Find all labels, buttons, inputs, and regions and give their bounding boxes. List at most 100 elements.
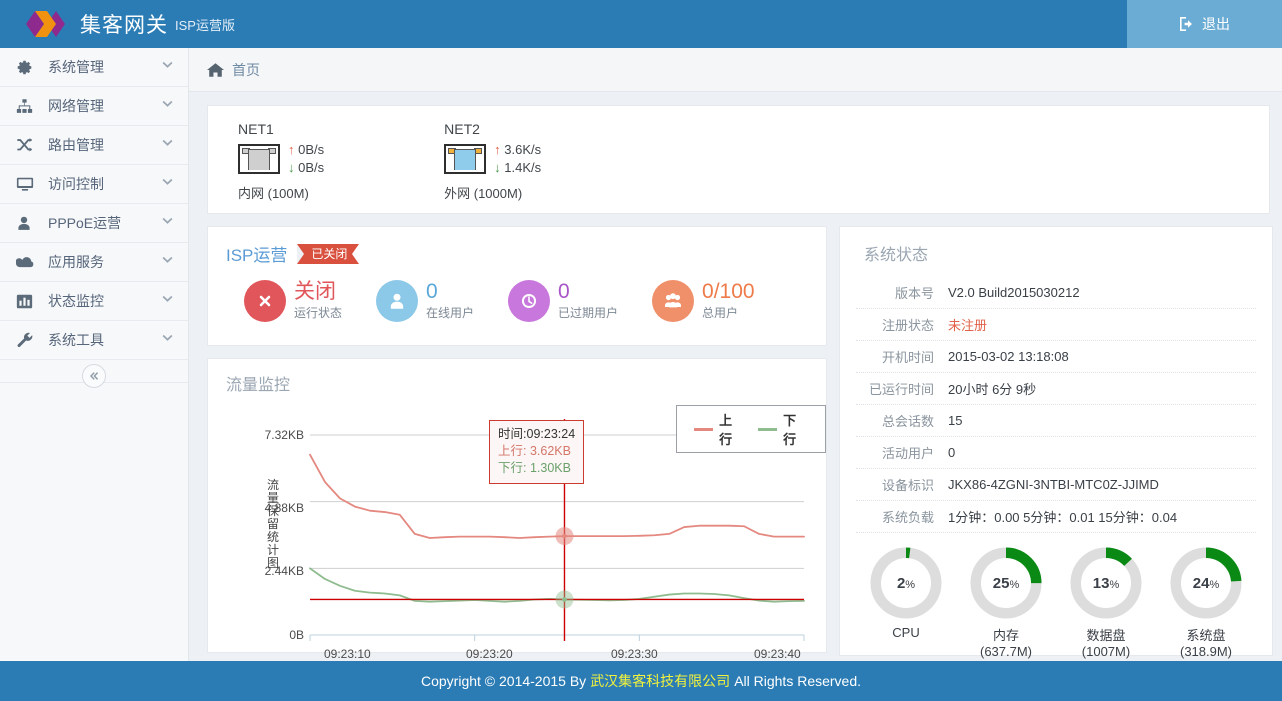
sidebar-item-application-service[interactable]: 应用服务 xyxy=(0,243,188,282)
chart-legend: 上行 下行 xyxy=(676,405,826,453)
arrow-up-icon: ↑ xyxy=(494,142,501,157)
row-value: 15 xyxy=(948,413,963,428)
row-value: 0 xyxy=(948,445,956,460)
system-status-row: 注册状态 未注册 xyxy=(856,309,1256,341)
gear-icon xyxy=(16,57,38,77)
double-chevron-left-icon[interactable] xyxy=(82,364,106,388)
sidebar-item-route-management[interactable]: 路由管理 xyxy=(0,126,188,165)
x-tick-label: 09:23:20 xyxy=(466,647,513,661)
sidebar-item-label: PPPoE运营 xyxy=(48,215,122,231)
system-status-row: 已运行时间 20小时 6分 9秒 xyxy=(856,373,1256,405)
download-speed: 0B/s xyxy=(298,160,325,175)
sidebar: 系统管理 网络管理 路由管理 访问控制 PPPoE运营 应用服务 状态监控 系统… xyxy=(0,48,189,661)
isp-stat-label: 运行状态 xyxy=(294,306,343,320)
net-port-name: NET2 xyxy=(444,121,480,137)
logout-button[interactable]: 退出 xyxy=(1127,0,1282,48)
system-status-row: 版本号 V2.0 Build2015030212 xyxy=(856,277,1256,309)
net-port-block: NET1 ↑ 0B/s ↓ 0B/s 内网 (100M) xyxy=(238,121,324,213)
isp-stat-value: 0/100 xyxy=(702,280,755,303)
isp-stat-total-users: 0/100 总用户 xyxy=(652,280,755,322)
x-tick-label: 09:23:10 xyxy=(324,647,371,661)
legend-item-upload[interactable]: 上行 xyxy=(694,410,744,448)
upload-speed: 0B/s xyxy=(298,142,325,157)
system-status-panel: 系统状态 版本号 V2.0 Build2015030212 注册状态 未注册 开… xyxy=(839,226,1273,659)
isp-stat-label: 在线用户 xyxy=(426,306,475,320)
page-footer: Copyright © 2014-2015 By 武汉集客科技有限公司 All … xyxy=(0,661,1282,701)
footer-company: 武汉集客科技有限公司 xyxy=(590,673,731,689)
percent-sign: % xyxy=(1009,578,1020,591)
sidebar-item-label: 路由管理 xyxy=(48,137,104,153)
row-value: 未注册 xyxy=(948,318,988,333)
chevron-down-icon xyxy=(161,58,174,76)
tooltip-down-value: 1.30KB xyxy=(529,461,571,475)
ethernet-port-icon xyxy=(238,144,280,174)
logout-label: 退出 xyxy=(1202,16,1230,32)
legend-swatch xyxy=(758,427,778,431)
percent-sign: % xyxy=(905,578,916,591)
sidebar-item-pppoe[interactable]: PPPoE运营 xyxy=(0,204,188,243)
chevron-down-icon xyxy=(161,331,174,349)
brand-title: 集客网关 xyxy=(80,14,168,37)
percent-sign: % xyxy=(1209,578,1220,591)
legend-item-download[interactable]: 下行 xyxy=(758,410,808,448)
legend-swatch xyxy=(694,427,714,431)
isp-stat-value: 关闭 xyxy=(294,280,336,303)
row-key: 系统负载 xyxy=(881,510,934,525)
gauge-center: 13% xyxy=(1081,558,1131,608)
users-circle-icon xyxy=(652,280,695,322)
row-value: 1分钟：0.00 5分钟：0.01 15分钟：0.04 xyxy=(948,510,1178,525)
cloud-icon xyxy=(16,252,38,272)
traffic-chart[interactable]: 流量保留统计图 7.32KB 4.88KB 2.44KB 0B 09:23:10… xyxy=(226,395,826,661)
tooltip-time-key: 时间 xyxy=(498,427,524,441)
breadcrumb-link-home[interactable]: 首页 xyxy=(232,60,260,80)
chart-title: 流量监控 xyxy=(226,377,291,394)
tooltip-up-key: 上行 xyxy=(498,444,524,458)
net-port-footer: 内网 (100M) xyxy=(238,186,309,201)
user-circle-icon xyxy=(376,280,419,322)
resource-gauges: 2% CPU 25% 内存 (637.7M) 13% 数据盘 (1007M) 2… xyxy=(856,547,1256,659)
gauge-sublabel: (318.9M) xyxy=(1179,644,1233,659)
home-icon xyxy=(207,62,224,78)
system-status-row: 总会话数 15 xyxy=(856,405,1256,437)
isp-stat-label: 总用户 xyxy=(702,306,739,320)
breadcrumb: 首页 xyxy=(189,48,1282,92)
net-port-speeds: ↑ 0B/s ↓ 0B/s xyxy=(288,141,324,177)
row-key: 设备标识 xyxy=(881,478,934,493)
tooltip-up-value: 3.62KB xyxy=(529,444,571,458)
gauge-cpu: 2% CPU xyxy=(856,547,956,659)
gauge-ring: 2% xyxy=(870,547,942,619)
times-circle-icon xyxy=(244,280,286,322)
sidebar-item-status-monitor[interactable]: 状态监控 xyxy=(0,282,188,321)
double-diamond-logo xyxy=(24,9,68,39)
row-value: 20小时 6分 9秒 xyxy=(948,382,1037,397)
sidebar-item-access-control[interactable]: 访问控制 xyxy=(0,165,188,204)
system-status-row: 活动用户 0 xyxy=(856,437,1256,469)
dashboard-row: ISP运营 已关闭 关闭 运行状态 0 在线用户 0 已过期用户 0/100 总… xyxy=(207,226,1273,661)
isp-stat-label: 已过期用户 xyxy=(558,306,619,320)
net-port-block: NET2 ↑ 3.6K/s ↓ 1.4K/s 外网 (1000M) xyxy=(444,121,541,213)
gauge-data-disk: 13% 数据盘 (1007M) xyxy=(1056,547,1156,659)
gauge-memory: 25% 内存 (637.7M) xyxy=(956,547,1056,659)
sidebar-item-label: 状态监控 xyxy=(48,293,104,309)
sidebar-item-network-management[interactable]: 网络管理 xyxy=(0,87,188,126)
x-tick-label: 09:23:30 xyxy=(611,647,658,661)
percent-sign: % xyxy=(1109,578,1120,591)
isp-panel-title: ISP运营 xyxy=(226,246,288,265)
row-key: 开机时间 xyxy=(881,350,934,365)
chevron-down-icon xyxy=(161,97,174,115)
row-key: 总会话数 xyxy=(881,414,934,429)
arrow-up-icon: ↑ xyxy=(288,142,295,157)
sidebar-item-label: 系统工具 xyxy=(48,332,104,348)
gauge-label: 系统盘 xyxy=(1186,628,1226,643)
footer-suffix: All Rights Reserved. xyxy=(734,673,862,689)
row-value: 2015-03-02 13:18:08 xyxy=(948,349,1069,364)
gauge-ring: 25% xyxy=(970,547,1042,619)
sidebar-item-system-management[interactable]: 系统管理 xyxy=(0,48,188,87)
net-port-name: NET1 xyxy=(238,121,274,137)
sidebar-collapse-area xyxy=(0,360,188,404)
brand-subtitle: ISP运营版 xyxy=(175,17,235,33)
sidebar-item-system-tools[interactable]: 系统工具 xyxy=(0,321,188,360)
user-icon xyxy=(16,213,38,233)
gauge-percent: 24 xyxy=(1192,574,1210,592)
net-port-speeds: ↑ 3.6K/s ↓ 1.4K/s xyxy=(494,141,541,177)
